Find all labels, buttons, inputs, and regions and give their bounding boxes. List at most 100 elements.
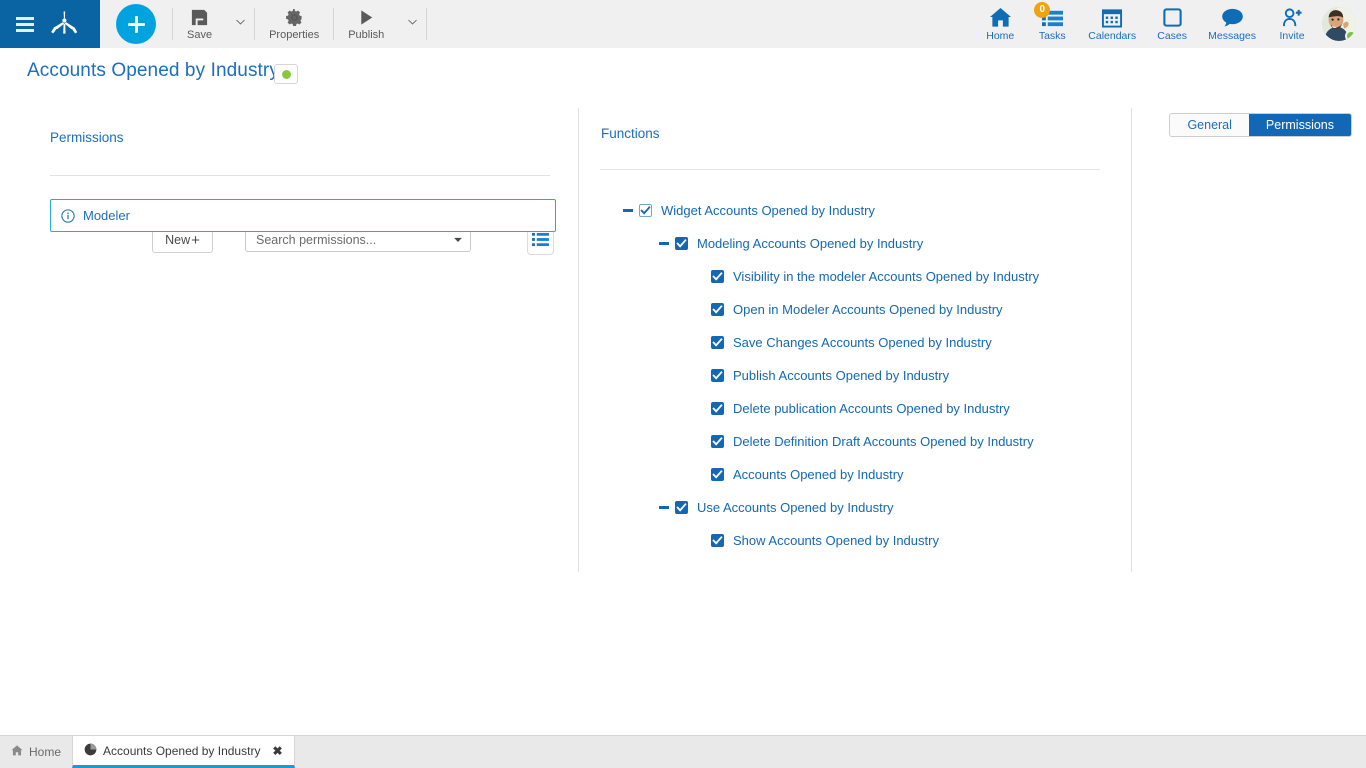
tree-node[interactable]: Open in Modeler Accounts Opened by Indus… [579, 293, 1131, 326]
tree-node-label: Delete Definition Draft Accounts Opened … [733, 434, 1034, 449]
checkbox[interactable] [711, 369, 724, 382]
chevron-down-icon[interactable] [446, 237, 470, 243]
taskbar-tab-home[interactable]: Home [0, 736, 72, 768]
tree-node-label: Save Changes Accounts Opened by Industry [733, 335, 992, 350]
checkbox[interactable] [711, 270, 724, 283]
properties-button[interactable]: Properties [255, 0, 333, 48]
nav-item-invite-label: Invite [1279, 30, 1305, 42]
collapse-toggle-icon[interactable] [657, 237, 671, 251]
tree-node[interactable]: Visibility in the modeler Accounts Opene… [579, 260, 1131, 293]
tree-node-label: Visibility in the modeler Accounts Opene… [733, 269, 1040, 284]
tree-node-label: Accounts Opened by Industry [733, 467, 904, 482]
checkbox[interactable] [711, 402, 724, 415]
collapse-toggle-icon[interactable] [657, 501, 671, 515]
tree-node-label: Modeling Accounts Opened by Industry [697, 236, 924, 251]
tree-node[interactable]: Modeling Accounts Opened by Industry [579, 227, 1131, 260]
page-title: Accounts Opened by Industry [27, 60, 279, 81]
panel-divider-right [1131, 108, 1132, 572]
message-icon [1221, 5, 1244, 29]
list-item[interactable]: Modeler [50, 199, 556, 232]
nav-item-home[interactable]: Home [974, 0, 1026, 48]
plus-icon: + [191, 231, 200, 249]
properties-button-label: Properties [269, 29, 320, 41]
tree-node[interactable]: Accounts Opened by Industry [579, 458, 1131, 491]
checkbox[interactable] [711, 435, 724, 448]
checkbox[interactable] [711, 534, 724, 547]
checkbox[interactable] [675, 501, 688, 514]
tree-node[interactable]: Widget Accounts Opened by Industry [579, 194, 1131, 227]
functions-tree: Widget Accounts Opened by Industry Modeli… [579, 194, 1131, 557]
tree-node[interactable]: Use Accounts Opened by Industry [579, 491, 1131, 524]
publish-button[interactable]: Publish [334, 0, 398, 48]
presence-status-dot [1345, 30, 1356, 41]
home-icon [989, 5, 1012, 29]
nav-item-calendars-label: Calendars [1088, 30, 1137, 42]
taskbar: Home Accounts Opened by Industry ✖ [0, 735, 1366, 768]
checkbox[interactable] [675, 237, 688, 250]
publish-button-label: Publish [348, 29, 385, 41]
taskbar-filler [295, 736, 1366, 768]
avatar-wrap[interactable] [1318, 0, 1366, 48]
nav-item-invite[interactable]: Invite [1266, 0, 1318, 48]
checkbox[interactable] [711, 303, 724, 316]
checkbox[interactable] [639, 204, 652, 217]
tree-node-label: Show Accounts Opened by Industry [733, 533, 939, 548]
gear-icon [285, 6, 304, 28]
list-item-label: Modeler [83, 208, 130, 223]
add-button-wrap [100, 0, 172, 48]
tree-node-label: Use Accounts Opened by Industry [697, 500, 894, 515]
taskbar-tab-accounts[interactable]: Accounts Opened by Industry ✖ [72, 736, 295, 768]
avatar[interactable] [1322, 7, 1356, 41]
tree-node[interactable]: Delete publication Accounts Opened by In… [579, 392, 1131, 425]
list-view-icon [532, 232, 549, 252]
permissions-divider [50, 175, 550, 176]
tree-node-label: Widget Accounts Opened by Industry [661, 203, 875, 218]
permissions-panel: Permissions New + Search permissions... [0, 104, 578, 574]
nav-item-home-label: Home [986, 30, 1015, 42]
tree-node[interactable]: Publish Accounts Opened by Industry [579, 359, 1131, 392]
checkbox[interactable] [711, 468, 724, 481]
tab-permissions[interactable]: Permissions [1248, 114, 1351, 136]
tree-node[interactable]: Save Changes Accounts Opened by Industry [579, 326, 1131, 359]
collapse-toggle-icon[interactable] [621, 204, 635, 218]
functions-divider [600, 169, 1100, 170]
nav-item-messages-label: Messages [1208, 30, 1256, 42]
tree-node-label: Open in Modeler Accounts Opened by Indus… [733, 302, 1003, 317]
tree-node-label: Delete publication Accounts Opened by In… [733, 401, 1010, 416]
functions-panel: Functions Widget Accounts Opened by Indu… [579, 104, 1131, 574]
close-icon[interactable]: ✖ [272, 744, 282, 758]
nav-item-calendars[interactable]: Calendars [1078, 0, 1146, 48]
cases-icon [1162, 5, 1183, 29]
play-icon [357, 6, 376, 28]
save-dropdown-caret[interactable] [226, 0, 254, 48]
add-button[interactable] [116, 4, 156, 44]
tab-general[interactable]: General [1170, 114, 1249, 136]
save-button[interactable]: Save [173, 0, 226, 48]
tree-node-label: Publish Accounts Opened by Industry [733, 368, 950, 383]
brand-block [0, 0, 100, 48]
hamburger-icon[interactable] [8, 0, 42, 48]
functions-section-label: Functions [601, 126, 660, 141]
nav-item-cases-label: Cases [1157, 30, 1188, 42]
checkbox[interactable] [711, 336, 724, 349]
toolbar-separator [426, 8, 428, 40]
nav-item-tasks-label: Tasks [1038, 30, 1066, 42]
taskbar-tab-accounts-label: Accounts Opened by Industry [103, 743, 261, 758]
list-view-button[interactable] [527, 228, 554, 255]
status-badge[interactable] [274, 64, 298, 84]
page-header: Accounts Opened by Industry General Perm… [0, 48, 1366, 137]
publish-dropdown-caret[interactable] [398, 0, 426, 48]
top-nav-group: Home 0 Tasks Calendars Cases Messages In… [974, 0, 1366, 48]
calendar-icon [1101, 5, 1123, 29]
app-logo-icon[interactable] [42, 0, 86, 48]
nav-item-cases[interactable]: Cases [1146, 0, 1198, 48]
view-tab-group: General Permissions [1169, 113, 1352, 137]
status-dot-icon [281, 69, 291, 79]
tree-node[interactable]: Show Accounts Opened by Industry [579, 524, 1131, 557]
tree-node[interactable]: Delete Definition Draft Accounts Opened … [579, 425, 1131, 458]
nav-item-messages[interactable]: Messages [1198, 0, 1266, 48]
save-icon [190, 6, 209, 28]
taskbar-tab-home-label: Home [29, 745, 62, 759]
top-toolbar: Save Properties Publish Home 0 Tasks Cal… [0, 0, 1366, 48]
nav-item-tasks[interactable]: 0 Tasks [1026, 0, 1078, 48]
